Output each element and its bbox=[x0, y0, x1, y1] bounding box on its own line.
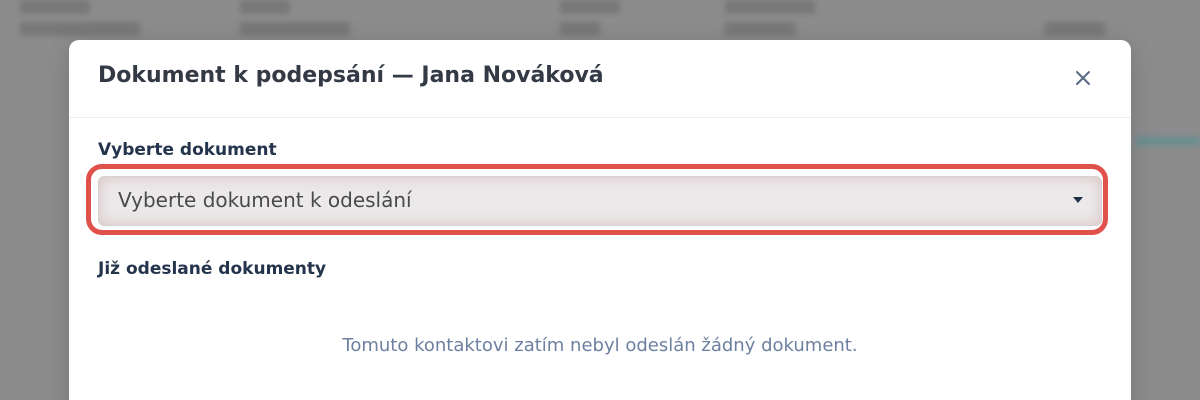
background-content bbox=[725, 0, 815, 14]
empty-state-message: Tomuto kontaktovi zatím nebyl odeslán žá… bbox=[342, 335, 858, 356]
background-content bbox=[725, 22, 795, 36]
background-content bbox=[560, 0, 620, 14]
background-content bbox=[20, 22, 140, 36]
background-content bbox=[240, 0, 290, 14]
sent-documents-heading: Již odeslané dokumenty bbox=[98, 259, 327, 279]
close-icon bbox=[1076, 71, 1090, 85]
background-content bbox=[240, 22, 350, 36]
document-select-label: Vyberte dokument bbox=[98, 140, 277, 160]
document-signing-modal: Dokument k podepsání — Jana Nováková Vyb… bbox=[69, 40, 1131, 400]
document-select-value: Vyberte dokument k odeslání bbox=[118, 188, 412, 212]
modal-header: Dokument k podepsání — Jana Nováková bbox=[69, 40, 1131, 118]
background-content bbox=[560, 22, 600, 36]
background-content bbox=[1135, 136, 1200, 146]
page: Dokument k podepsání — Jana Nováková Vyb… bbox=[0, 0, 1200, 400]
caret-down-icon bbox=[1073, 197, 1083, 203]
document-select[interactable]: Vyberte dokument k odeslání bbox=[98, 176, 1102, 226]
close-button[interactable] bbox=[1069, 64, 1097, 92]
modal-title: Dokument k podepsání — Jana Nováková bbox=[98, 63, 604, 88]
background-content bbox=[1045, 22, 1105, 36]
background-content bbox=[20, 0, 90, 14]
